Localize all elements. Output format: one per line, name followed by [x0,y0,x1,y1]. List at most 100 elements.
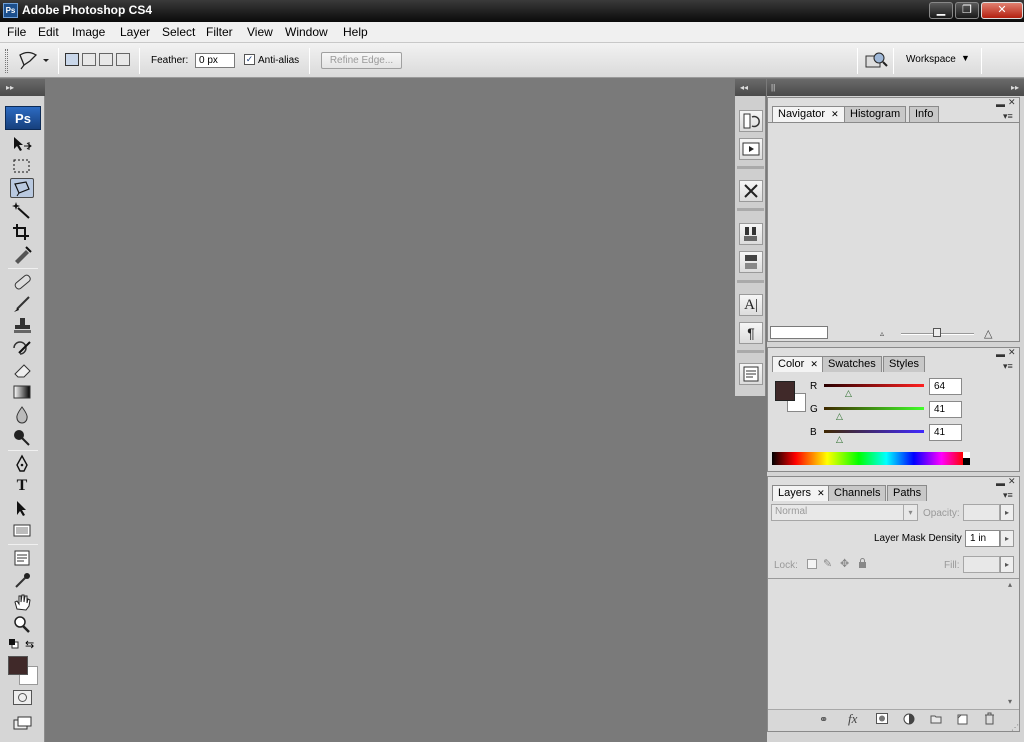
eyedropper-tool[interactable] [10,570,34,590]
red-value-field[interactable]: 64 [929,378,962,395]
add-mask-icon[interactable] [876,713,888,724]
close-panel-icon[interactable]: ✕ [1008,97,1016,108]
crop-tool[interactable] [10,222,34,242]
zoom-slider-thumb[interactable] [933,328,941,337]
spectrum-black-swatch[interactable] [963,458,970,465]
menu-help[interactable]: Help [343,25,368,39]
close-button[interactable]: ✕ [981,2,1023,19]
zoom-in-icon[interactable]: △ [984,327,992,340]
clone-stamp-tool[interactable] [10,316,34,336]
brush-tool[interactable] [10,294,34,314]
file-browser-icon[interactable] [864,50,888,70]
navigator-zoom-field[interactable] [770,326,828,339]
tools-panel-header[interactable]: ▸▸ [0,79,45,96]
resize-grip-icon[interactable]: ⋰ [1011,723,1019,732]
character-panel-icon[interactable]: A| [739,294,763,316]
menu-edit[interactable]: Edit [38,25,59,39]
trash-icon[interactable] [984,712,995,725]
blue-value-field[interactable]: 41 [929,424,962,441]
document-canvas-area[interactable] [45,79,735,742]
magic-wand-tool[interactable] [10,200,34,220]
blue-slider-thumb[interactable]: △ [836,434,843,445]
foreground-color-swatch[interactable] [8,656,28,675]
menu-file[interactable]: File [7,25,26,39]
add-to-selection-button[interactable] [82,53,96,66]
lock-all-icon[interactable] [858,558,867,568]
blend-mode-select[interactable]: Normal [771,504,918,521]
notes-panel-icon[interactable] [739,363,763,385]
zoom-out-icon[interactable]: ▵ [880,329,884,338]
lasso-tool[interactable] [10,178,34,198]
opacity-arrow-button[interactable]: ▸ [1000,504,1014,521]
panel-menu-icon[interactable]: ▾≡ [1003,490,1013,501]
healing-brush-tool[interactable] [10,272,34,292]
blur-tool[interactable] [10,404,34,424]
navigator-preview[interactable] [768,122,1019,322]
blue-slider-track[interactable] [824,430,924,433]
layer-style-icon[interactable]: fx [848,711,857,727]
marquee-tool[interactable] [10,156,34,176]
tab-info[interactable]: Info [909,106,940,122]
chevron-down-icon[interactable]: ▾ [903,505,917,520]
history-brush-tool[interactable] [10,338,34,358]
fill-arrow-button[interactable]: ▸ [1000,556,1014,573]
opacity-field[interactable] [963,504,1000,521]
close-tab-icon[interactable]: ✕ [810,359,818,369]
tab-histogram[interactable]: Histogram [844,106,907,122]
subtract-from-selection-button[interactable] [99,53,113,66]
antialias-checkbox[interactable]: ✓ [244,54,255,65]
tool-presets-panel-icon[interactable] [739,180,763,202]
lock-move-icon[interactable]: ✥ [840,557,849,570]
layer-mask-density-field[interactable]: 1 in [965,530,1000,547]
ps-badge[interactable]: Ps [5,106,41,130]
history-panel-icon[interactable] [739,110,763,132]
options-grip[interactable] [5,49,8,73]
restore-button[interactable]: ❐ [955,2,979,19]
collapse-panels-icon[interactable]: ▸▸ [1011,79,1019,96]
panels-header[interactable]: || ▸▸ [767,79,1024,96]
tab-paths[interactable]: Paths [887,485,928,501]
new-group-icon[interactable] [930,714,942,724]
screen-mode-button[interactable] [13,715,32,731]
close-panel-icon[interactable]: ✕ [1008,347,1016,358]
color-panel-foreground-swatch[interactable] [775,381,795,401]
minimize-panel-icon[interactable]: ▬ [996,349,1005,359]
dock-header[interactable]: ◂◂ [735,79,766,96]
scroll-up-icon[interactable]: ▴ [1008,580,1012,589]
lock-paint-icon[interactable]: ✎ [823,557,832,570]
new-selection-button[interactable] [65,53,79,66]
red-slider-thumb[interactable]: △ [845,388,852,399]
eraser-tool[interactable] [10,360,34,380]
menu-image[interactable]: Image [72,25,105,39]
clone-source-panel-icon[interactable] [739,251,763,273]
move-tool[interactable] [10,134,34,154]
swap-colors-icon[interactable]: ⇆ [25,638,34,651]
menu-select[interactable]: Select [162,25,195,39]
menu-view[interactable]: View [247,25,273,39]
shape-tool[interactable] [10,520,34,540]
panel-menu-icon[interactable]: ▾≡ [1003,111,1013,122]
refine-edge-button[interactable]: Refine Edge... [321,52,402,69]
layers-list[interactable] [768,578,1019,708]
link-layers-icon[interactable]: ⚭ [819,713,828,726]
zoom-tool[interactable] [10,614,34,634]
type-tool[interactable]: T [10,476,34,496]
menu-layer[interactable]: Layer [120,25,150,39]
menu-window[interactable]: Window [285,25,328,39]
color-spectrum-ramp[interactable] [772,452,969,465]
minimize-panel-icon[interactable]: ▬ [996,99,1005,109]
feather-input[interactable]: 0 px [195,53,235,68]
close-tab-icon[interactable]: ✕ [831,109,839,119]
tab-layers[interactable]: Layers ✕ [772,485,831,501]
tab-color[interactable]: Color ✕ [772,356,824,372]
minimize-button[interactable]: ▁ [929,2,953,19]
default-colors-icon[interactable] [9,639,19,649]
slice-tool[interactable] [10,244,34,264]
path-selection-tool[interactable] [10,498,34,518]
hand-tool[interactable] [10,592,34,612]
tab-channels[interactable]: Channels [828,485,887,501]
lock-transparency-icon[interactable] [807,559,817,569]
red-slider-track[interactable] [824,384,924,387]
pen-tool[interactable] [10,454,34,474]
green-slider-thumb[interactable]: △ [836,411,843,422]
